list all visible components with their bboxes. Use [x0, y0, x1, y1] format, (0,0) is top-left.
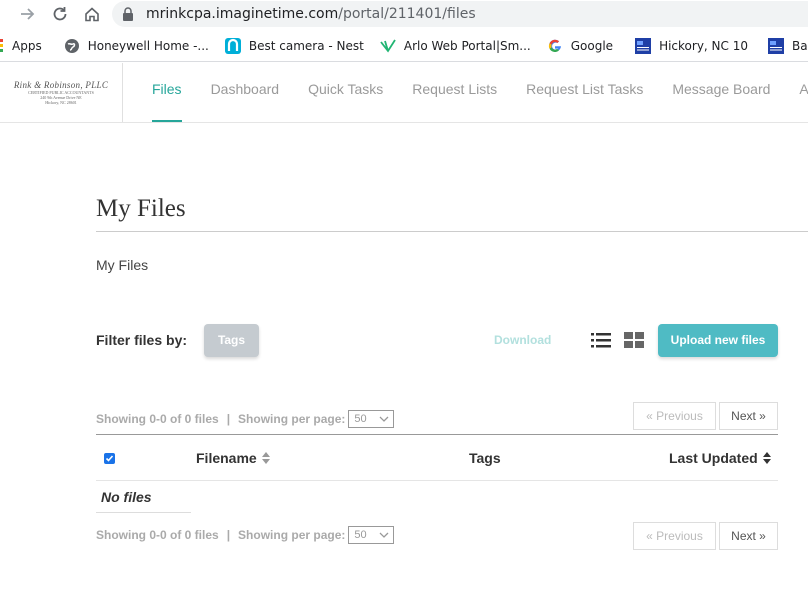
firm-logo[interactable]: Rink & Robinson, PLLC CERTIFIED PUBLIC A… [0, 63, 123, 122]
url-path: /portal/211401/files [338, 6, 476, 22]
home-button[interactable] [78, 0, 106, 28]
checkmark-icon [105, 455, 114, 462]
tab-request-list-tasks[interactable]: Request List Tasks [512, 63, 657, 122]
logo-firm-name: Rink & Robinson, PLLC [13, 80, 109, 90]
list-view-icon [591, 333, 611, 348]
chevron-down-icon [379, 532, 389, 538]
next-page-button[interactable]: Next » [719, 522, 778, 550]
tab-message-board[interactable]: Message Board [658, 63, 784, 122]
arrow-right-icon [21, 8, 35, 20]
globe-icon [64, 38, 80, 54]
bookmarks-bar: Apps Honeywell Home -... Best camera - N… [0, 30, 808, 62]
url-host: mrinkcpa.imaginetime.com [146, 6, 339, 22]
tab-account[interactable]: Acc [785, 63, 808, 122]
upload-new-files-button[interactable]: Upload new files [658, 324, 778, 357]
empty-table-message: No files [101, 489, 152, 505]
bookmark-apps[interactable]: Apps [0, 32, 48, 60]
column-header-last-updated[interactable]: Last Updated [669, 450, 771, 466]
google-icon [547, 38, 563, 54]
bookmark-arlo[interactable]: Arlo Web Portal|Sm... [374, 32, 537, 60]
arlo-icon [380, 38, 396, 54]
per-page-select[interactable]: 50 [348, 526, 395, 544]
weather-channel-icon [635, 37, 652, 54]
per-page-label: Showing per page: [238, 412, 346, 426]
portal-nav-tabs: Files Dashboard Quick Tasks Request List… [138, 63, 808, 122]
pagination-info-bottom: Showing 0-0 of 0 files | Showing per pag… [96, 526, 395, 544]
bookmark-honeywell[interactable]: Honeywell Home -... [58, 32, 215, 60]
previous-page-button[interactable]: « Previous [633, 402, 716, 430]
page-title: My Files [96, 195, 186, 222]
browser-address-bar: mrinkcpa.imaginetime.com/portal/211401/f… [0, 0, 808, 28]
empty-row-divider [96, 512, 191, 513]
per-page-select[interactable]: 50 [348, 410, 395, 428]
breadcrumb[interactable]: My Files [96, 257, 148, 273]
weather-channel-icon [768, 37, 784, 54]
column-header-filename[interactable]: Filename [196, 450, 270, 466]
showing-count: Showing 0-0 of 0 files [96, 528, 219, 542]
reload-icon [53, 7, 67, 21]
pagination-separator: | [226, 528, 231, 542]
bookmark-banner-elk[interactable]: Banner Elk, NC 10 [762, 32, 808, 60]
table-top-divider [96, 434, 778, 435]
tab-dashboard[interactable]: Dashboard [197, 63, 294, 122]
pagination-separator: | [226, 412, 231, 426]
tab-files[interactable]: Files [138, 63, 196, 122]
filter-label: Filter files by: [96, 332, 188, 348]
previous-page-button[interactable]: « Previous [633, 522, 716, 550]
per-page-label: Showing per page: [238, 528, 346, 542]
bookmark-nest[interactable]: Best camera - Nest [219, 32, 370, 60]
portal-header: Rink & Robinson, PLLC CERTIFIED PUBLIC A… [0, 63, 808, 123]
tags-filter-button[interactable]: Tags [204, 324, 259, 357]
grid-view-button[interactable] [624, 331, 644, 349]
sort-icon [762, 452, 771, 464]
showing-count: Showing 0-0 of 0 files [96, 412, 219, 426]
title-divider [96, 231, 808, 232]
url-field[interactable]: mrinkcpa.imaginetime.com/portal/211401/f… [112, 1, 808, 27]
forward-button[interactable] [14, 0, 42, 28]
download-button[interactable]: Download [494, 333, 551, 347]
table-header-divider [96, 480, 778, 481]
home-icon [85, 7, 99, 22]
reload-button[interactable] [46, 0, 74, 28]
select-all-checkbox[interactable] [104, 453, 115, 464]
logo-line-3: Hickory, NC 28601 [45, 100, 77, 105]
tab-request-lists[interactable]: Request Lists [398, 63, 511, 122]
nest-icon [224, 37, 241, 54]
chevron-down-icon [379, 416, 389, 422]
grid-view-icon [624, 332, 644, 348]
column-header-tags: Tags [469, 450, 501, 466]
apps-grid-icon [0, 38, 4, 54]
next-page-button[interactable]: Next » [719, 402, 778, 430]
sort-icon [261, 452, 270, 464]
bookmark-hickory[interactable]: Hickory, NC 10 [629, 32, 754, 60]
pagination-info-top: Showing 0-0 of 0 files | Showing per pag… [96, 410, 395, 428]
bookmark-google[interactable]: Google [541, 32, 619, 60]
list-view-button[interactable] [591, 331, 611, 349]
lock-icon [123, 7, 133, 21]
tab-quick-tasks[interactable]: Quick Tasks [294, 63, 397, 122]
